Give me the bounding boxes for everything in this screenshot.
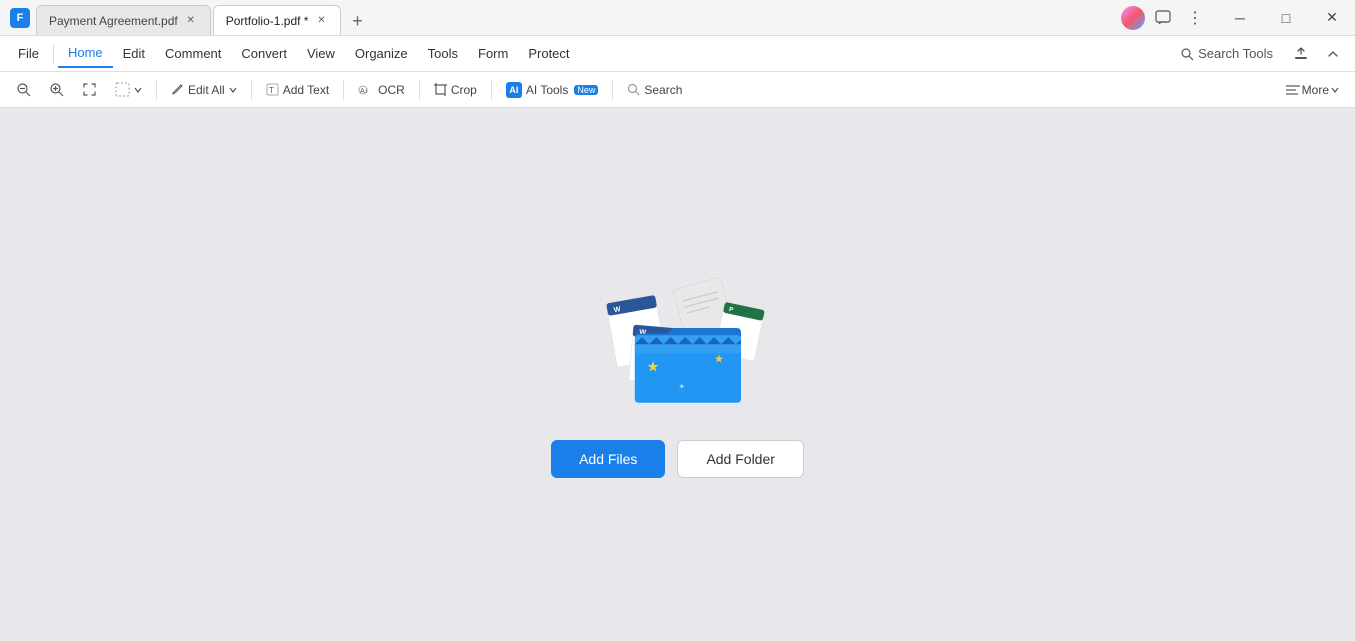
search-label: Search (644, 83, 682, 97)
close-icon: ✕ (1326, 9, 1338, 26)
chevron-up-icon (1326, 47, 1340, 61)
ai-tools-button[interactable]: AI AI Tools New (498, 76, 606, 104)
user-avatar[interactable] (1121, 6, 1145, 30)
more-button[interactable]: More (1278, 76, 1347, 104)
zoom-out-button[interactable] (8, 76, 39, 104)
more-icon (1286, 84, 1300, 96)
crop-label: Crop (451, 83, 477, 97)
toolbar: Edit All T Add Text A I OCR Crop (0, 72, 1355, 108)
ocr-icon: A I (358, 83, 374, 96)
zoom-out-icon (16, 82, 31, 97)
upload-button[interactable] (1287, 40, 1315, 68)
toolbar-divider-6 (612, 80, 613, 100)
tab-close-payment[interactable]: ✕ (184, 14, 198, 28)
more-options-button[interactable]: ⋮ (1181, 4, 1209, 32)
title-bar: F Payment Agreement.pdf ✕ Portfolio-1.pd… (0, 0, 1355, 36)
chat-icon (1155, 10, 1171, 26)
add-text-button[interactable]: T Add Text (258, 76, 337, 104)
zoom-in-icon (49, 82, 64, 97)
search-icon (627, 83, 640, 96)
menu-protect[interactable]: Protect (518, 40, 579, 68)
add-folder-button[interactable]: Add Folder (677, 440, 803, 478)
toolbar-divider-3 (343, 80, 344, 100)
titlebar-actions: ⋮ (1121, 4, 1209, 32)
edit-all-label: Edit All (188, 83, 225, 97)
app-logo: F (10, 8, 30, 28)
tab-label: Payment Agreement.pdf (49, 14, 178, 28)
upload-icon (1293, 46, 1309, 62)
svg-text:✦: ✦ (678, 381, 686, 391)
toolbar-divider-5 (491, 80, 492, 100)
svg-text:★: ★ (714, 353, 724, 365)
ocr-button[interactable]: A I OCR (350, 76, 413, 104)
more-dots-icon: ⋮ (1187, 8, 1203, 28)
menu-home[interactable]: Home (58, 40, 113, 68)
marquee-icon (82, 82, 97, 97)
add-text-label: Add Text (283, 83, 329, 97)
ai-tools-badge: New (574, 85, 598, 95)
menu-view[interactable]: View (297, 40, 345, 68)
edit-all-dropdown-icon (229, 86, 237, 94)
menu-convert[interactable]: Convert (231, 40, 297, 68)
tab-portfolio[interactable]: Portfolio-1.pdf * ✕ (213, 5, 342, 35)
chat-icon-button[interactable] (1149, 4, 1177, 32)
search-button[interactable]: Search (619, 76, 690, 104)
minimize-button[interactable]: ─ (1217, 0, 1263, 36)
app-icon: F (4, 0, 36, 36)
close-button[interactable]: ✕ (1309, 0, 1355, 36)
more-label: More (1302, 83, 1329, 97)
svg-text:T: T (269, 86, 274, 95)
select-button[interactable] (107, 76, 150, 104)
toolbar-divider-4 (419, 80, 420, 100)
window-controls: ─ □ ✕ (1217, 0, 1355, 36)
dropdown-arrow-icon (134, 86, 142, 94)
menubar-tools: Search Tools (1170, 40, 1347, 68)
more-dropdown-icon (1331, 86, 1339, 94)
folder-illustration: W P W ★ ★ ✦ (588, 272, 768, 412)
menu-divider (53, 44, 54, 64)
main-content: W P W ★ ★ ✦ Add Files Add Folder (0, 108, 1355, 641)
crop-button[interactable]: Crop (426, 76, 485, 104)
add-text-icon: T (266, 83, 279, 96)
menu-file[interactable]: File (8, 40, 49, 68)
select-icon (115, 82, 130, 97)
marquee-zoom-button[interactable] (74, 76, 105, 104)
menu-tools[interactable]: Tools (418, 40, 468, 68)
menu-form[interactable]: Form (468, 40, 518, 68)
ai-tools-icon: AI (506, 82, 522, 98)
minimize-icon: ─ (1235, 10, 1245, 26)
toolbar-divider-2 (251, 80, 252, 100)
svg-text:I: I (366, 89, 368, 95)
menu-organize[interactable]: Organize (345, 40, 418, 68)
search-tools-button[interactable]: Search Tools (1170, 42, 1283, 65)
edit-icon (171, 83, 184, 96)
crop-icon (434, 83, 447, 96)
maximize-icon: □ (1282, 10, 1290, 26)
new-tab-button[interactable]: + (343, 7, 371, 35)
svg-text:A: A (360, 88, 365, 95)
add-files-button[interactable]: Add Files (551, 440, 665, 478)
collapse-button[interactable] (1319, 40, 1347, 68)
menu-bar: File Home Edit Comment Convert View Orga… (0, 36, 1355, 72)
tabs-container: Payment Agreement.pdf ✕ Portfolio-1.pdf … (36, 0, 1121, 35)
tab-payment-agreement[interactable]: Payment Agreement.pdf ✕ (36, 5, 211, 35)
tab-label: Portfolio-1.pdf * (226, 14, 309, 28)
edit-all-button[interactable]: Edit All (163, 76, 245, 104)
zoom-in-button[interactable] (41, 76, 72, 104)
toolbar-divider-1 (156, 80, 157, 100)
maximize-button[interactable]: □ (1263, 0, 1309, 36)
svg-text:★: ★ (646, 359, 659, 375)
ai-tools-label: AI Tools (526, 83, 568, 97)
search-tools-icon (1180, 47, 1194, 61)
action-buttons: Add Files Add Folder (551, 440, 804, 478)
menu-comment[interactable]: Comment (155, 40, 231, 68)
menu-edit[interactable]: Edit (113, 40, 155, 68)
ocr-label: OCR (378, 83, 405, 97)
tab-close-portfolio[interactable]: ✕ (314, 14, 328, 28)
